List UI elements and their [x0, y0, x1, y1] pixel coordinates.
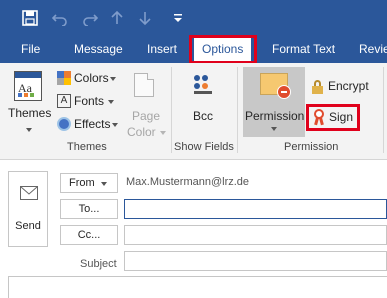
from-button[interactable]: From — [60, 173, 118, 193]
bcc-icon — [194, 75, 216, 99]
chevron-down-icon — [160, 131, 166, 135]
fonts-icon: A — [57, 94, 71, 108]
page-color-label-line1: Page — [132, 109, 161, 123]
ribbon-badge-icon — [313, 109, 325, 126]
page-color-button: Page Color — [122, 67, 168, 139]
tab-review[interactable]: Revie — [359, 36, 387, 63]
envelope-icon — [20, 186, 38, 200]
tab-format-text[interactable]: Format Text — [272, 36, 335, 63]
from-address: Max.Mustermann@lrz.de — [126, 176, 250, 188]
encrypt-label: Encrypt — [328, 79, 369, 93]
save-icon[interactable] — [20, 8, 40, 28]
redo-icon[interactable] — [80, 8, 100, 28]
chevron-down-icon — [271, 127, 277, 131]
fonts-button[interactable]: A Fonts — [55, 92, 119, 112]
show-fields-group-label: Show Fields — [174, 141, 234, 153]
themes-icon: Aa — [14, 71, 42, 101]
page-color-label-line2: Color — [127, 125, 156, 139]
permission-icon — [260, 73, 291, 99]
up-arrow-icon[interactable] — [107, 8, 127, 28]
cc-field[interactable] — [124, 225, 387, 245]
to-field[interactable] — [124, 199, 387, 219]
colors-button[interactable]: Colors — [55, 69, 119, 89]
colors-icon — [57, 71, 71, 85]
subject-label: Subject — [80, 258, 117, 270]
send-button[interactable]: Send — [8, 171, 48, 247]
customize-qat-icon[interactable] — [168, 8, 188, 28]
effects-icon — [57, 117, 71, 131]
group-separator — [171, 67, 172, 153]
to-button[interactable]: To... — [60, 199, 118, 219]
encrypt-button[interactable]: Encrypt — [310, 77, 382, 97]
compose-area: Send From Max.Mustermann@lrz.de To... Cc… — [0, 161, 387, 298]
title-bar — [0, 0, 387, 36]
themes-button-label: Themes — [8, 106, 52, 120]
sign-button[interactable]: Sign — [310, 106, 358, 128]
subject-field[interactable] — [124, 251, 387, 271]
effects-button[interactable]: Effects — [55, 115, 119, 135]
colors-label: Colors — [74, 71, 109, 85]
tab-insert[interactable]: Insert — [147, 36, 177, 63]
ribbon: Aa Themes Colors A Fonts Effects Page Co… — [0, 63, 387, 160]
chevron-down-icon — [112, 123, 118, 127]
themes-group-label: Themes — [67, 141, 107, 153]
permission-label: Permission — [245, 109, 305, 123]
chevron-down-icon — [110, 77, 116, 81]
bcc-button[interactable]: Bcc — [180, 69, 228, 135]
page-color-icon — [134, 73, 154, 97]
message-body[interactable] — [8, 276, 387, 298]
sign-label: Sign — [329, 110, 354, 124]
group-separator — [383, 67, 384, 153]
cc-button[interactable]: Cc... — [60, 225, 118, 245]
tab-options[interactable]: Options — [194, 36, 252, 63]
bcc-label: Bcc — [193, 109, 214, 123]
fonts-label: Fonts — [74, 94, 105, 108]
down-arrow-icon[interactable] — [135, 8, 155, 28]
permission-group-label: Permission — [284, 141, 339, 153]
lock-icon — [312, 80, 323, 94]
tab-file[interactable]: File — [21, 36, 40, 63]
from-label: From — [69, 177, 95, 189]
chevron-down-icon — [108, 100, 114, 104]
effects-label: Effects — [74, 117, 111, 131]
chevron-down-icon — [26, 128, 32, 132]
undo-icon[interactable] — [50, 8, 70, 28]
ribbon-tabs: File Message Insert Options Format Text … — [0, 36, 387, 63]
send-label: Send — [15, 220, 41, 232]
permission-button[interactable]: Permission — [243, 67, 305, 137]
tab-message[interactable]: Message — [74, 36, 123, 63]
chevron-down-icon — [101, 182, 107, 186]
themes-button[interactable]: Aa Themes — [4, 67, 52, 137]
group-separator — [237, 67, 238, 153]
